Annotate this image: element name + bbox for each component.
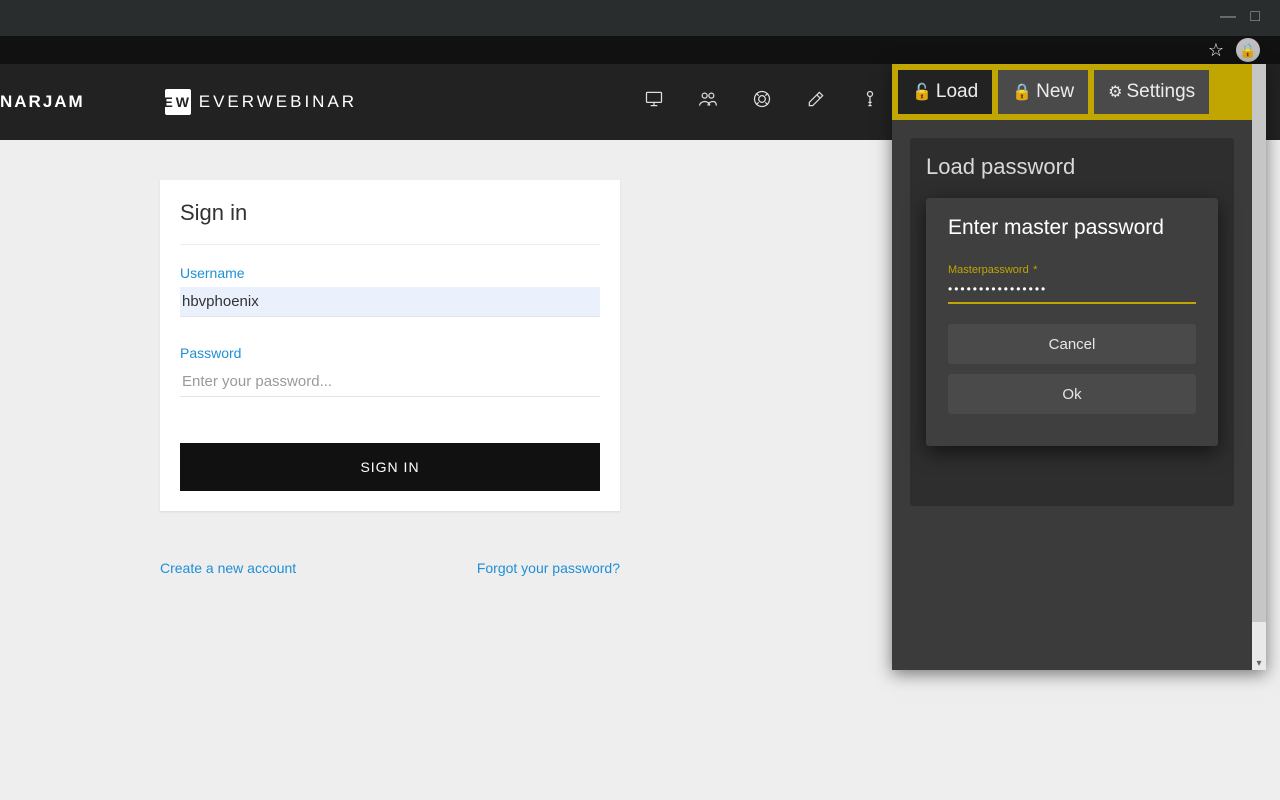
master-password-card: Enter master password Masterpassword * C…	[926, 198, 1218, 446]
masterpassword-label: Masterpassword	[948, 264, 1029, 276]
signin-links: Create a new account Forgot your passwor…	[160, 560, 620, 576]
password-input[interactable]	[180, 367, 600, 396]
tab-new[interactable]: 🔒 New	[998, 70, 1088, 114]
tab-load-label: Load	[936, 81, 978, 103]
users-icon[interactable]	[698, 89, 718, 115]
signin-button[interactable]: SIGN IN	[180, 443, 600, 491]
masterpassword-input[interactable]	[948, 278, 1196, 304]
scrollbar-thumb[interactable]	[1252, 64, 1266, 622]
brand-logo[interactable]: EW EVERWEBINAR	[165, 89, 357, 115]
window-maximize-icon[interactable]: □	[1250, 8, 1260, 26]
masterpassword-label-row: Masterpassword *	[948, 260, 1196, 278]
panel-title: Load password	[926, 154, 1218, 180]
username-field-wrap	[180, 287, 600, 317]
brand-text: EVERWEBINAR	[199, 92, 357, 112]
required-asterisk: *	[1033, 264, 1037, 276]
extension-lock-icon[interactable]: 🔒	[1236, 38, 1260, 62]
lock-icon: 🔒	[1012, 82, 1032, 102]
gear-icon: ⚙	[1108, 82, 1122, 102]
window-minimize-icon[interactable]: —	[1220, 8, 1236, 26]
browser-toolbar: ☆ 🔒	[0, 36, 1280, 64]
monitor-icon[interactable]	[644, 89, 664, 115]
edit-icon[interactable]	[806, 89, 826, 115]
password-label: Password	[180, 345, 600, 361]
extension-tabs: 🔓 Load 🔒 New ⚙ Settings	[892, 64, 1252, 120]
brand-mark: EW	[165, 89, 191, 115]
tab-settings-label: Settings	[1126, 81, 1195, 103]
browser-titlebar: — □	[0, 0, 1280, 36]
signin-card: Sign in Username Password SIGN IN	[160, 180, 620, 511]
forgot-password-link[interactable]: Forgot your password?	[477, 560, 620, 576]
divider	[180, 244, 600, 245]
header-icon-row	[644, 64, 880, 140]
unlock-icon: 🔓	[912, 82, 932, 102]
tab-load[interactable]: 🔓 Load	[898, 70, 992, 114]
extension-body: Load password Enter master password Mast…	[892, 120, 1252, 524]
cancel-button[interactable]: Cancel	[948, 324, 1196, 364]
password-field-wrap	[180, 367, 600, 397]
extension-scrollbar[interactable]: ▾	[1252, 64, 1266, 670]
create-account-link[interactable]: Create a new account	[160, 560, 296, 576]
signin-title: Sign in	[180, 200, 600, 226]
scrollbar-down-arrow-icon[interactable]: ▾	[1252, 656, 1266, 670]
load-password-panel: Load password Enter master password Mast…	[910, 138, 1234, 506]
extension-popup: 🔓 Load 🔒 New ⚙ Settings Load password En…	[892, 64, 1266, 670]
bookmark-star-icon[interactable]: ☆	[1208, 40, 1224, 61]
key-icon[interactable]	[860, 89, 880, 115]
username-label: Username	[180, 265, 600, 281]
username-input[interactable]	[180, 287, 600, 316]
lifebuoy-icon[interactable]	[752, 89, 772, 115]
ok-button[interactable]: Ok	[948, 374, 1196, 414]
tab-new-label: New	[1036, 81, 1074, 103]
inner-title: Enter master password	[948, 216, 1196, 240]
tab-settings[interactable]: ⚙ Settings	[1094, 70, 1209, 114]
brand-left-text: NARJAM	[0, 92, 85, 112]
